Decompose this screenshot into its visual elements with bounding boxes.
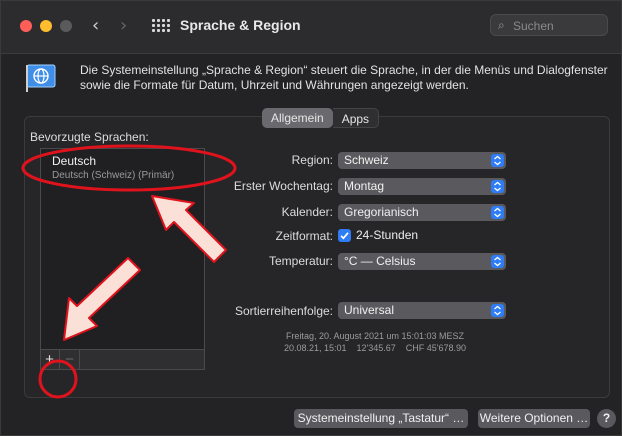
help-button[interactable]: ?: [597, 409, 616, 428]
chevron-updown-icon: [491, 180, 504, 193]
more-options-button[interactable]: Weitere Optionen …: [478, 409, 590, 428]
add-language-button[interactable]: +: [40, 350, 60, 370]
search-field[interactable]: ⌕ Suchen: [490, 14, 608, 36]
sample-number-format: 20.08.21, 15:01 12'345.67 CHF 45'678.90: [283, 343, 467, 353]
time-format-value[interactable]: 24-Stunden: [356, 228, 418, 242]
time-format-label: Zeitformat:: [275, 229, 333, 243]
calendar-value: Gregorianisch: [344, 205, 419, 219]
keyboard-settings-button[interactable]: Systemeinstellung „Tastatur“ …: [294, 409, 468, 428]
first-weekday-select[interactable]: Montag: [338, 178, 506, 195]
checkmark-icon: [340, 232, 349, 240]
language-item-name[interactable]: Deutsch: [52, 154, 96, 168]
remove-language-button[interactable]: −: [60, 350, 80, 370]
region-select[interactable]: Schweiz: [338, 152, 506, 169]
search-icon: ⌕: [498, 18, 505, 32]
chevron-updown-icon: [491, 255, 504, 268]
tab-apps[interactable]: Apps: [332, 108, 380, 128]
calendar-label: Kalender:: [281, 205, 333, 219]
search-placeholder: Suchen: [513, 19, 554, 33]
chevron-right-icon[interactable]: ›: [120, 15, 127, 36]
sort-order-label: Sortierreihenfolge:: [234, 304, 333, 318]
calendar-select[interactable]: Gregorianisch: [338, 204, 506, 221]
window-title: Sprache & Region: [180, 17, 301, 33]
chevron-left-icon[interactable]: ‹: [92, 15, 99, 36]
description-text: Die Systemeinstellung „Sprache & Region“…: [80, 63, 608, 92]
flag-globe-icon: [26, 64, 56, 92]
zoom-window-button[interactable]: [60, 20, 72, 32]
chevron-updown-icon: [491, 154, 504, 167]
close-window-button[interactable]: [20, 20, 32, 32]
sort-order-select[interactable]: Universal: [338, 302, 506, 319]
time-format-checkbox[interactable]: [338, 229, 351, 242]
first-weekday-label: Erster Wochentag:: [233, 179, 333, 193]
temperature-label: Temperatur:: [268, 254, 333, 268]
region-value: Schweiz: [344, 153, 389, 167]
minimize-window-button[interactable]: [40, 20, 52, 32]
preferred-languages-label: Bevorzugte Sprachen:: [30, 130, 149, 144]
sample-date-format: Freitag, 20. August 2021 um 15:01:03 MES…: [285, 331, 465, 341]
chevron-updown-icon: [491, 206, 504, 219]
sort-order-value: Universal: [344, 303, 395, 317]
first-weekday-value: Montag: [344, 179, 385, 193]
temperature-value: °C — Celsius: [344, 254, 416, 268]
chevron-updown-icon: [491, 304, 504, 317]
tab-general[interactable]: Allgemein: [262, 108, 333, 128]
language-item-detail: Deutsch (Schweiz) (Primär): [52, 170, 175, 181]
grid-icon[interactable]: [152, 19, 170, 33]
region-label: Region:: [291, 153, 333, 167]
temperature-select[interactable]: °C — Celsius: [338, 253, 506, 270]
tab-bar: Allgemein Apps: [262, 108, 380, 128]
